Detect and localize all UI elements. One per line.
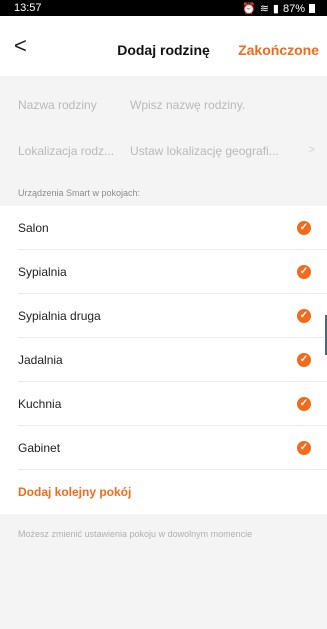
chevron-right-icon: >: [308, 144, 315, 156]
list-item[interactable]: Gabinet ✓: [0, 426, 327, 470]
room-label: Jadalnia: [18, 353, 63, 367]
family-name-label: Nazwa rodziny: [18, 98, 97, 112]
location-label: Lokalizacja rodz...: [18, 144, 115, 158]
check-icon[interactable]: ✓: [297, 441, 311, 455]
room-label: Salon: [18, 221, 49, 235]
family-name-input[interactable]: Wpisz nazwę rodziny.: [130, 98, 245, 112]
wifi-icon: ≋: [259, 3, 269, 15]
status-icons: ⏰ ≋ ▮ 87%: [242, 2, 315, 15]
battery-icon: [309, 4, 315, 13]
status-time: 13:57: [14, 2, 42, 14]
header-bar: < Dodaj rodzinę Zakończone: [0, 16, 327, 76]
check-icon[interactable]: ✓: [297, 309, 311, 323]
list-item[interactable]: Sypialnia druga ✓: [0, 294, 327, 338]
family-form: Nazwa rodziny Wpisz nazwę rodziny. Lokal…: [0, 84, 327, 172]
room-label: Kuchnia: [18, 397, 62, 411]
done-button[interactable]: Zakończone: [238, 42, 319, 58]
check-icon[interactable]: ✓: [297, 397, 311, 411]
location-row[interactable]: Lokalizacja rodz... Ustaw lokalizację ge…: [0, 130, 327, 172]
room-list: Salon ✓ Sypialnia ✓ Sypialnia druga ✓ Ja…: [0, 206, 327, 514]
list-item[interactable]: Jadalnia ✓: [0, 338, 327, 382]
room-label: Sypialnia: [18, 265, 67, 279]
footer-note: Możesz zmienić ustawienia pokoju w dowol…: [18, 529, 253, 539]
signal-icon: ▮: [272, 3, 279, 15]
alarm-icon: ⏰: [241, 3, 256, 15]
room-label: Sypialnia druga: [18, 309, 101, 323]
list-item[interactable]: Sypialnia ✓: [0, 250, 327, 294]
room-label: Gabinet: [18, 441, 61, 455]
list-item[interactable]: Salon ✓: [0, 206, 327, 250]
add-room-button[interactable]: Dodaj kolejny pokój: [0, 470, 327, 514]
status-bar: 13:57 ⏰ ≋ ▮ 87%: [0, 0, 327, 16]
check-icon[interactable]: ✓: [297, 265, 311, 279]
list-item[interactable]: Kuchnia ✓: [0, 382, 327, 426]
location-input[interactable]: Ustaw lokalizację geografi...: [130, 144, 279, 158]
rooms-section-title: Urządzenia Smart w pokojach:: [0, 180, 327, 206]
check-icon[interactable]: ✓: [297, 353, 311, 367]
battery-percent: 87%: [282, 2, 305, 15]
family-name-row[interactable]: Nazwa rodziny Wpisz nazwę rodziny.: [0, 84, 327, 126]
check-icon[interactable]: ✓: [297, 221, 311, 235]
